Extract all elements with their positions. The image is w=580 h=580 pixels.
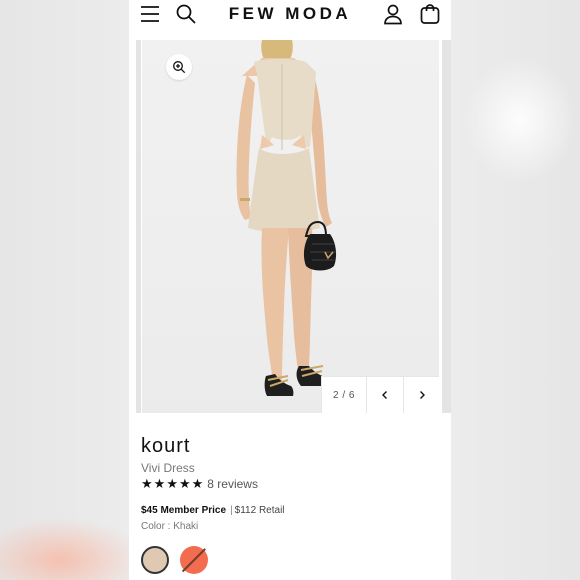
- star-icon: ★: [166, 476, 178, 491]
- image-counter: 2 / 6: [333, 390, 355, 401]
- product-page: FEW MODA 2 / 6 kourt Vivi Dress ★ ★ ★ ★ …: [129, 0, 451, 580]
- next-image-button[interactable]: [403, 377, 439, 413]
- product-gallery[interactable]: 2 / 6: [129, 40, 451, 413]
- site-header: FEW MODA: [129, 0, 451, 28]
- retail-price: $112 Retail: [234, 505, 285, 516]
- star-icon: ★: [178, 476, 191, 491]
- next-image-peek: [442, 40, 451, 413]
- unavailable-slash-icon: [181, 548, 206, 572]
- swatch-coral-unavailable[interactable]: [180, 546, 208, 574]
- account-icon[interactable]: [382, 3, 404, 25]
- rating[interactable]: ★ ★ ★ ★ ★ 8 reviews: [141, 476, 258, 492]
- product-brand[interactable]: kourt: [141, 435, 190, 458]
- chevron-left-icon: [382, 391, 387, 399]
- price-separator: |: [230, 505, 233, 516]
- star-icon: ★: [153, 476, 166, 491]
- product-name: Vivi Dress: [141, 461, 195, 475]
- product-image[interactable]: 2 / 6: [142, 40, 439, 413]
- price-line: $45 Member Price | $112 Retail: [141, 505, 285, 516]
- star-icon: ★: [141, 476, 153, 491]
- swatch-khaki[interactable]: [141, 546, 169, 574]
- zoom-button[interactable]: [166, 54, 192, 80]
- selected-color-label: Color : Khaki: [141, 521, 199, 532]
- gallery-pager: 2 / 6: [321, 376, 439, 413]
- chevron-right-icon: [420, 391, 425, 399]
- prev-image-peek: [136, 40, 141, 413]
- bag-icon[interactable]: [419, 3, 441, 25]
- model-illustration: [236, 40, 337, 396]
- zoom-icon: [173, 61, 186, 74]
- prev-image-button[interactable]: [366, 377, 403, 413]
- star-icon: ★: [191, 476, 204, 491]
- reviews-link[interactable]: 8 reviews: [207, 477, 258, 491]
- member-price: $45 Member Price: [141, 505, 227, 516]
